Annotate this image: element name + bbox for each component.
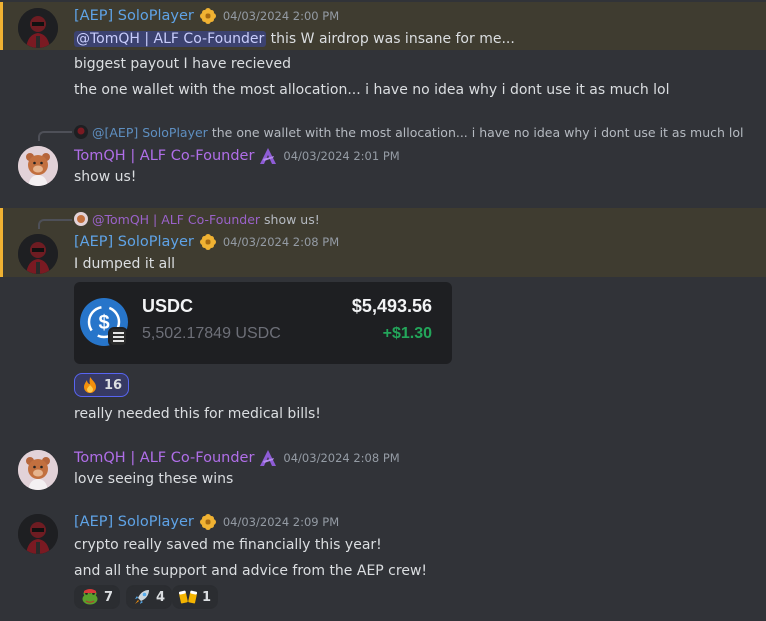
message-2-line-1: show us! [74, 169, 137, 185]
avatar-soloplayer[interactable] [18, 514, 58, 554]
svg-text:$: $ [98, 312, 109, 334]
username[interactable]: [AEP] SoloPlayer [74, 234, 194, 250]
avatar-soloplayer[interactable] [18, 234, 58, 274]
flower-badge-icon[interactable] [199, 233, 217, 251]
timestamp[interactable]: 04/03/2024 2:00 PM [223, 9, 339, 23]
tomqh-avatar-icon [18, 450, 58, 490]
reaction-count: 7 [104, 589, 114, 605]
alf-logo-badge-icon[interactable] [259, 147, 277, 165]
avatar-tomqh[interactable] [18, 450, 58, 490]
message-5-header: [AEP] SoloPlayer 04/03/2024 2:09 PM [74, 512, 339, 532]
reply-avatar-icon [74, 212, 88, 226]
token-amount: 5,502.17849 USDC [142, 325, 281, 342]
username[interactable]: [AEP] SoloPlayer [74, 514, 194, 530]
reaction-count: 16 [104, 377, 123, 393]
reply-avatar-icon [74, 125, 88, 139]
message-3-line-2: really needed this for medical bills! [74, 406, 321, 422]
beer-cheers-icon [179, 588, 197, 606]
fire-icon [81, 376, 99, 394]
timestamp[interactable]: 04/03/2024 2:09 PM [223, 515, 339, 529]
timestamp[interactable]: 04/03/2024 2:08 PM [283, 451, 399, 465]
message-4-line-1: love seeing these wins [74, 471, 234, 487]
reply-text: the one wallet with the most allocation.… [211, 124, 744, 140]
reaction-frog[interactable]: 7 [74, 585, 121, 609]
message-3-header: [AEP] SoloPlayer 04/03/2024 2:08 PM [74, 232, 339, 252]
flower-badge-icon[interactable] [199, 513, 217, 531]
reply-preview[interactable]: @[AEP] SoloPlayer the one wallet with th… [74, 123, 744, 141]
user-mention[interactable]: @TomQH | ALF Co-Founder [74, 31, 267, 47]
reply-text: show us! [264, 211, 320, 227]
reaction-rocket[interactable]: 4 [126, 585, 173, 609]
rocket-icon [133, 588, 151, 606]
soloplayer-avatar-icon [18, 8, 58, 48]
soloplayer-avatar-icon [18, 514, 58, 554]
frog-icon [81, 588, 99, 606]
reply-spine [38, 131, 72, 141]
flower-badge-icon[interactable] [199, 7, 217, 25]
reaction-beer-cheers[interactable]: 1 [172, 585, 219, 609]
message-1-header: [AEP] SoloPlayer 04/03/2024 2:00 PM [74, 6, 339, 26]
username[interactable]: TomQH | ALF Co-Founder [74, 148, 254, 164]
reply-spine [38, 219, 72, 229]
reply-author[interactable]: @[AEP] SoloPlayer [92, 125, 208, 140]
message-text: this W airdrop was insane for me... [266, 31, 515, 47]
tomqh-avatar-icon [18, 146, 58, 186]
token-change: +$1.30 [382, 325, 432, 342]
soloplayer-avatar-icon [18, 234, 58, 274]
message-1-line-2: biggest payout I have recieved [74, 56, 291, 72]
message-1-line-3: the one wallet with the most allocation.… [74, 82, 670, 98]
reaction-fire[interactable]: 16 [74, 373, 130, 397]
message-2-header: TomQH | ALF Co-Founder 04/03/2024 2:01 P… [74, 146, 400, 166]
token-balance-card[interactable]: $ USDC 5,502.17849 USDC $5,493.56 +$1.30 [74, 282, 452, 364]
username[interactable]: [AEP] SoloPlayer [74, 8, 194, 24]
reply-author[interactable]: @TomQH | ALF Co-Founder [92, 212, 260, 227]
avatar-soloplayer[interactable] [18, 8, 58, 48]
usdc-token-icon: $ [78, 296, 130, 348]
message-3-line-1: I dumped it all [74, 256, 176, 272]
message-1-line-1: @TomQH | ALF Co-Founder this W airdrop w… [74, 28, 515, 50]
message-5-line-1: crypto really saved me financially this … [74, 537, 382, 553]
message-4-header: TomQH | ALF Co-Founder 04/03/2024 2:08 P… [74, 448, 400, 468]
reaction-count: 4 [156, 589, 166, 605]
username[interactable]: TomQH | ALF Co-Founder [74, 450, 254, 466]
reaction-count: 1 [202, 589, 212, 605]
message-5-line-2: and all the support and advice from the … [74, 563, 428, 579]
alf-logo-badge-icon[interactable] [259, 449, 277, 467]
reply-preview[interactable]: @TomQH | ALF Co-Founder show us! [74, 210, 320, 228]
timestamp[interactable]: 04/03/2024 2:01 PM [283, 149, 399, 163]
avatar-tomqh[interactable] [18, 146, 58, 186]
timestamp[interactable]: 04/03/2024 2:08 PM [223, 235, 339, 249]
token-symbol: USDC [142, 296, 194, 316]
token-usd-value: $5,493.56 [351, 296, 432, 316]
